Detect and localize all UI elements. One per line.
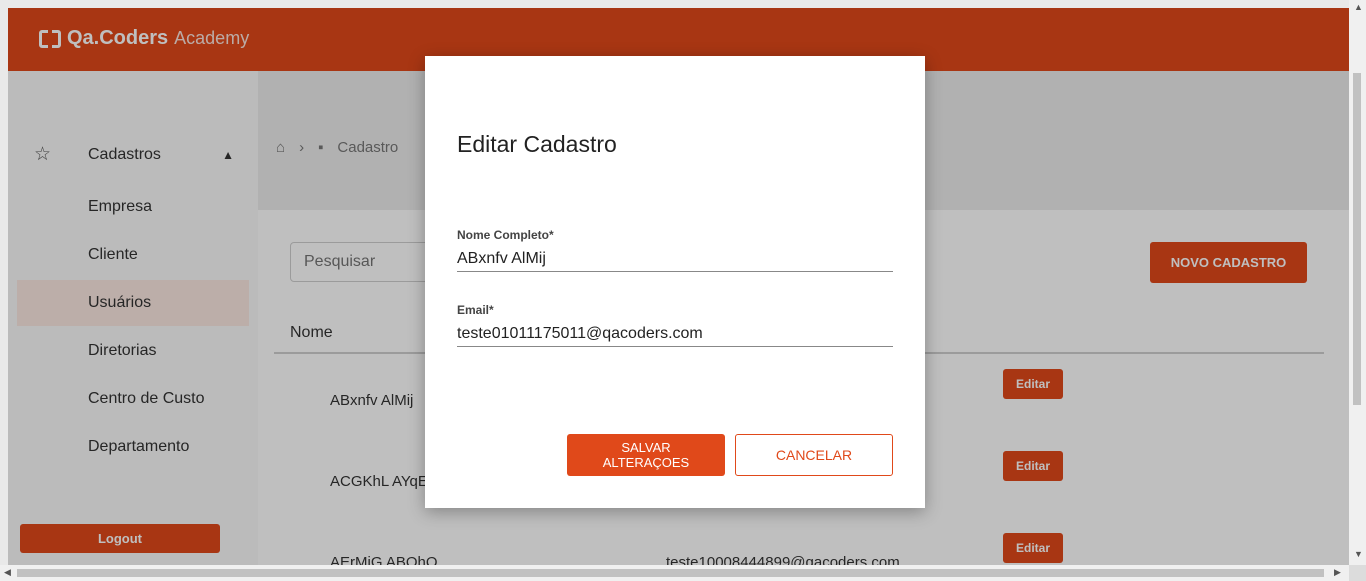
scroll-left-icon[interactable]: ◀ (4, 567, 11, 578)
save-changes-button[interactable]: SALVAR ALTERAÇOES (567, 434, 725, 476)
cancel-button[interactable]: CANCELAR (735, 434, 893, 476)
name-field-label: Nome Completo* (457, 228, 554, 242)
vertical-scroll-thumb[interactable] (1353, 73, 1361, 405)
vertical-scrollbar[interactable]: ▲ ▼ (1349, 0, 1366, 565)
edit-record-dialog: Editar Cadastro Nome Completo* Email* SA… (425, 56, 925, 508)
scrollbar-corner (1349, 565, 1366, 581)
scroll-right-icon[interactable]: ▶ (1334, 567, 1341, 578)
horizontal-scrollbar[interactable]: ◀ ▶ (0, 565, 1349, 581)
horizontal-scroll-thumb[interactable] (17, 569, 1324, 577)
browser-viewport: Qa.Coders Academy ☆ Cadastros ▲ Empresa … (0, 0, 1366, 581)
scroll-down-icon[interactable]: ▼ (1354, 549, 1363, 559)
email-field-label: Email* (457, 303, 494, 317)
dialog-title: Editar Cadastro (457, 131, 617, 157)
email-field[interactable] (457, 321, 893, 347)
full-name-field[interactable] (457, 246, 893, 272)
scroll-up-icon[interactable]: ▲ (1354, 2, 1363, 12)
